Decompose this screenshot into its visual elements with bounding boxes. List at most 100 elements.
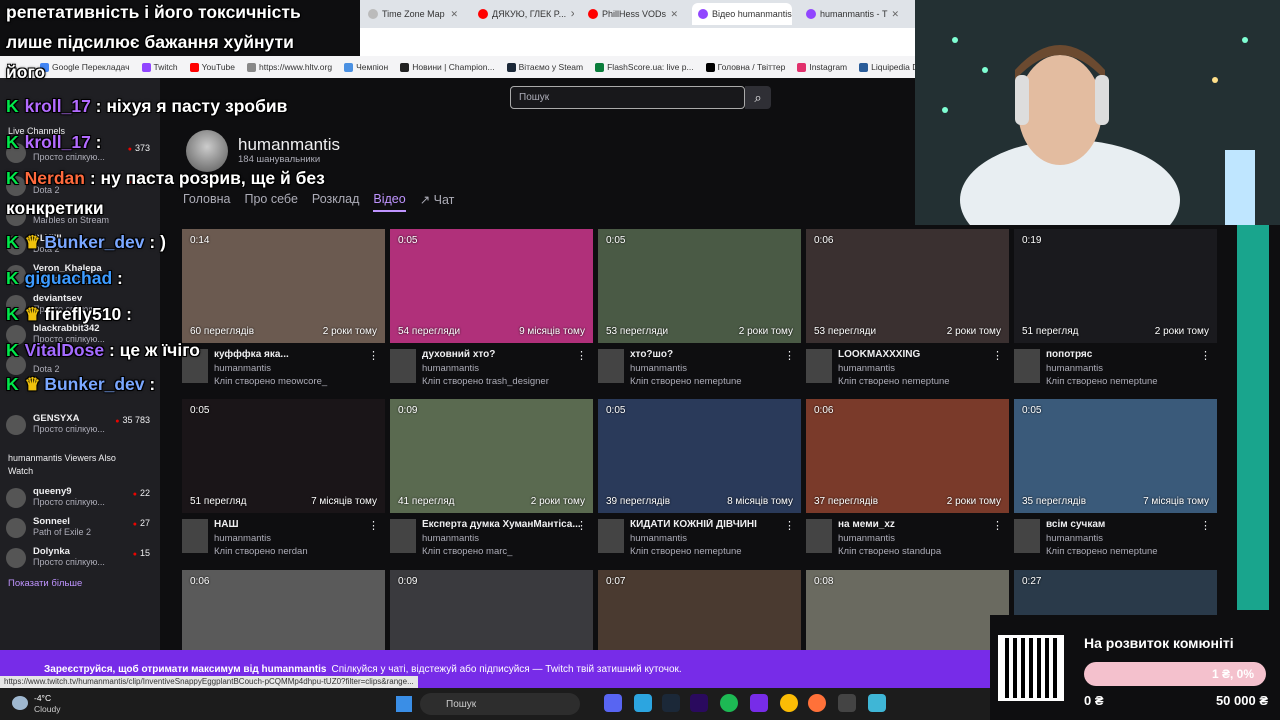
steam-icon[interactable]	[662, 694, 680, 712]
close-icon[interactable]: ✕	[566, 9, 574, 20]
clip-channel[interactable]: humanmantis	[214, 533, 271, 544]
clip-card[interactable]: 0:06	[182, 570, 385, 650]
clip-thumbnail[interactable]: 0:05 35 переглядів 7 місяців тому	[1014, 399, 1217, 513]
telegram-icon[interactable]	[634, 694, 652, 712]
clip-card[interactable]: 0:07	[598, 570, 801, 650]
clip-channel[interactable]: humanmantis	[1046, 363, 1103, 374]
clip-avatar[interactable]	[1014, 349, 1040, 383]
clip-thumbnail[interactable]: 0:19 51 перегляд 2 роки тому	[1014, 229, 1217, 343]
taskbar-search[interactable]: Пошук	[420, 693, 580, 715]
clip-avatar[interactable]	[806, 349, 832, 383]
browser-tab[interactable]: PhillHess VODs ✕	[582, 3, 684, 25]
clip-channel[interactable]: humanmantis	[630, 533, 687, 544]
clip-channel[interactable]: humanmantis	[422, 363, 479, 374]
browser-tab[interactable]: Time Zone Map ✕	[362, 3, 464, 25]
clip-avatar[interactable]	[390, 519, 416, 553]
tab-videos[interactable]: Відео	[373, 192, 406, 212]
bookmark-item[interactable]: Вітаємо у Steam	[506, 62, 583, 72]
sidebar-channel[interactable]: GENSYXAПросто спілкую... 35 783	[6, 413, 156, 443]
clip-card[interactable]: 0:05 51 перегляд 7 місяців тому НАШ humanman…	[182, 399, 385, 559]
clip-card[interactable]: 0:05 39 переглядів 8 місяців тому КИДАТИ КО…	[598, 399, 801, 559]
more-options-icon[interactable]: ⋮	[992, 349, 1003, 362]
clip-thumbnail[interactable]: 0:06 53 перегляди 2 роки тому	[806, 229, 1009, 343]
notes-icon[interactable]	[868, 694, 886, 712]
close-icon[interactable]: ✕	[666, 9, 678, 20]
clip-card[interactable]: 0:05 53 перегляди 2 роки тому хто?шо? humanm…	[598, 229, 801, 389]
clip-title[interactable]: Експерта думка ХуманМантіса...	[422, 519, 582, 530]
clip-title[interactable]: LOOKMAXXXING	[838, 349, 998, 360]
search-button[interactable]: ⌕	[745, 86, 771, 109]
more-options-icon[interactable]: ⋮	[784, 519, 795, 532]
more-options-icon[interactable]: ⋮	[368, 349, 379, 362]
clip-thumbnail[interactable]: 0:05 54 перегляди 9 місяців тому	[390, 229, 593, 343]
page-scrollbar[interactable]	[1269, 225, 1280, 650]
clip-avatar[interactable]	[806, 519, 832, 553]
more-options-icon[interactable]: ⋮	[1200, 349, 1211, 362]
clip-thumbnail[interactable]: 0:05 53 перегляди 2 роки тому	[598, 229, 801, 343]
clip-title[interactable]: попотряс	[1046, 349, 1206, 360]
clip-channel[interactable]: humanmantis	[838, 363, 895, 374]
clip-thumbnail[interactable]: 0:09	[390, 570, 593, 650]
clip-thumbnail[interactable]: 0:05 39 переглядів 8 місяців тому	[598, 399, 801, 513]
clip-thumbnail[interactable]: 0:06	[182, 570, 385, 650]
clip-channel[interactable]: humanmantis	[838, 533, 895, 544]
clip-channel[interactable]: humanmantis	[630, 363, 687, 374]
premiere-icon[interactable]	[690, 694, 708, 712]
clip-thumbnail[interactable]: 0:06 37 переглядів 2 роки тому	[806, 399, 1009, 513]
browser-tab[interactable]: Відео humanmantis✕	[692, 3, 792, 25]
close-icon[interactable]: ✕	[888, 9, 900, 20]
clip-title[interactable]: хто?шо?	[630, 349, 790, 360]
clip-card[interactable]: 0:05 35 переглядів 7 місяців тому всім сучк…	[1014, 399, 1217, 559]
bookmark-item[interactable]: Головна / Твіттер	[705, 62, 785, 72]
more-options-icon[interactable]: ⋮	[576, 349, 587, 362]
discord-icon[interactable]	[604, 694, 622, 712]
clip-avatar[interactable]	[1014, 519, 1040, 553]
sidebar-channel[interactable]: SonneelPath of Exile 2 27	[6, 516, 156, 546]
clip-card[interactable]: 0:06 53 перегляди 2 роки тому LOOKMAXXXING h…	[806, 229, 1009, 389]
clip-title[interactable]: НАШ	[214, 519, 374, 530]
tab-chat[interactable]: ↗ Чат	[420, 192, 455, 212]
clip-title[interactable]: КИДАТИ КОЖНІЙ ДІВЧИНІ	[630, 519, 790, 530]
more-options-icon[interactable]: ⋮	[576, 519, 587, 532]
more-options-icon[interactable]: ⋮	[368, 519, 379, 532]
sidebar-channel[interactable]: DolynkaПросто спілкую... 15	[6, 546, 156, 576]
clip-thumbnail[interactable]: 0:09 41 перегляд 2 роки тому	[390, 399, 593, 513]
more-options-icon[interactable]: ⋮	[1200, 519, 1211, 532]
bookmark-item[interactable]: Новини | Champion...	[400, 62, 495, 72]
clip-title[interactable]: на меми_xz	[838, 519, 998, 530]
browser-tab[interactable]: humanmantis - Т ✕	[800, 3, 905, 25]
show-more-link[interactable]: Показати більше	[8, 578, 82, 589]
sidebar-channel[interactable]: queeny9Просто спілкую... 22	[6, 486, 156, 516]
clip-thumbnail[interactable]: 0:07	[598, 570, 801, 650]
clip-card[interactable]: 0:06 37 переглядів 2 роки тому на меми_xzhu…	[806, 399, 1009, 559]
clip-avatar[interactable]	[598, 519, 624, 553]
browser-tab[interactable]: ДЯКУЮ, ГЛЕК P... ✕	[472, 3, 574, 25]
clip-card[interactable]: 0:09 41 перегляд 2 роки тому Експерта думка…	[390, 399, 593, 559]
clip-avatar[interactable]	[182, 519, 208, 553]
clip-card[interactable]: 0:09	[390, 570, 593, 650]
clip-card[interactable]: 0:19 51 перегляд 2 роки тому попотряс humanm…	[1014, 229, 1217, 389]
clip-avatar[interactable]	[390, 349, 416, 383]
clip-channel[interactable]: humanmantis	[1046, 533, 1103, 544]
bookmark-item[interactable]: FlashScore.ua: live р...	[595, 62, 694, 72]
more-options-icon[interactable]: ⋮	[784, 349, 795, 362]
clip-thumbnail[interactable]: 0:08	[806, 570, 1009, 650]
address-bar[interactable]	[360, 28, 915, 56]
clip-card[interactable]: 0:05 54 перегляди 9 місяців тому духовний х…	[390, 229, 593, 389]
search-input[interactable]: Пошук	[510, 86, 745, 109]
bookmark-item[interactable]: Instagram	[797, 62, 847, 72]
clip-title[interactable]: всім сучкам	[1046, 519, 1206, 530]
clip-card[interactable]: 0:08	[806, 570, 1009, 650]
clip-title[interactable]: духовний хто?	[422, 349, 582, 360]
start-button[interactable]	[396, 696, 412, 712]
obs-icon[interactable]	[838, 694, 856, 712]
clip-thumbnail[interactable]: 0:05 51 перегляд 7 місяців тому	[182, 399, 385, 513]
more-options-icon[interactable]: ⋮	[992, 519, 1003, 532]
bookmark-item[interactable]: Liquipedia Dota 2...	[859, 62, 915, 72]
twitch-app-icon[interactable]	[750, 694, 768, 712]
firefox-icon[interactable]	[808, 694, 826, 712]
clip-channel[interactable]: humanmantis	[422, 533, 479, 544]
clip-avatar[interactable]	[598, 349, 624, 383]
spotify-icon[interactable]	[720, 694, 738, 712]
chrome-icon[interactable]	[780, 694, 798, 712]
